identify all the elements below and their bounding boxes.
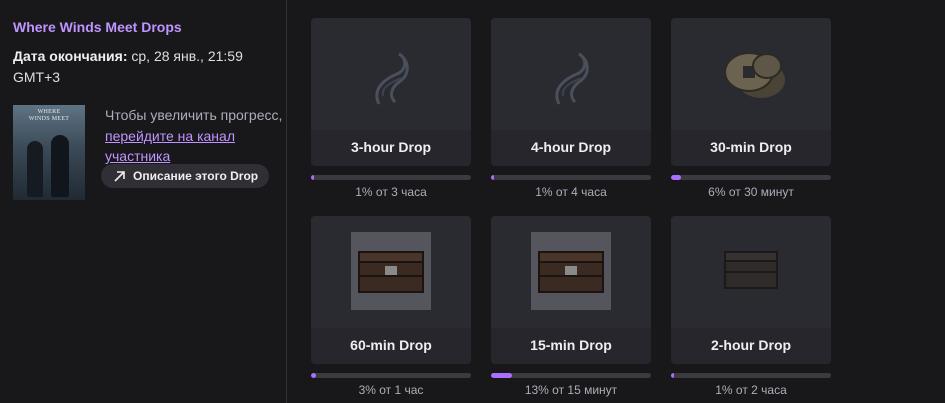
divider [286, 0, 287, 403]
drop-card[interactable]: 4-hour Drop 1% от 4 часа [491, 18, 651, 199]
progress-label: 3% от 1 час [358, 383, 424, 397]
progress-fill [491, 373, 512, 378]
participant-channel-link[interactable]: перейдите на канал участника [105, 128, 235, 165]
progress-fill [491, 175, 494, 180]
drop-name: 3-hour Drop [350, 139, 432, 155]
campaign-panel: Where Winds Meet Drops Дата окончания: с… [0, 0, 286, 403]
drop-name: 2-hour Drop [710, 337, 792, 353]
game-logo: WHERE WINDS MEET [28, 109, 70, 122]
external-arrow-icon [114, 170, 125, 182]
dark-chest-icon [671, 216, 831, 328]
drop-card[interactable]: 3-hour Drop 1% от 3 часа [311, 18, 471, 199]
progress-bar [671, 175, 831, 180]
chest-icon [351, 232, 431, 310]
drop-card[interactable]: 2-hour Drop 1% от 2 часа [671, 216, 831, 397]
progress-label: 6% от 30 минут [708, 185, 794, 199]
coins-icon [671, 18, 831, 130]
drop-card[interactable]: 30-min Drop 6% от 30 минут [671, 18, 831, 199]
progress-fill [311, 175, 314, 180]
swirl-emblem-icon [491, 18, 651, 130]
progress-label: 13% от 15 минут [524, 383, 618, 397]
progress-bar [311, 373, 471, 378]
drop-description-button[interactable]: Описание этого Drop [101, 164, 269, 188]
progress-instruction: Чтобы увеличить прогресс, перейдите на к… [105, 107, 283, 165]
campaign-title[interactable]: Where Winds Meet Drops [13, 19, 182, 35]
drop-card[interactable]: 60-min Drop 3% от 1 час [311, 216, 471, 397]
end-date-label: Дата окончания: [13, 48, 128, 64]
swirl-emblem-icon [311, 18, 471, 130]
progress-bar [671, 373, 831, 378]
end-date: Дата окончания: ср, 28 янв., 21:59 GMT+3 [13, 46, 273, 88]
progress-label: 1% от 3 часа [355, 185, 427, 199]
progress-bar [491, 175, 651, 180]
progress-bar [491, 373, 651, 378]
progress-fill [311, 373, 316, 378]
drop-name: 15-min Drop [530, 337, 612, 353]
drop-name: 4-hour Drop [530, 139, 612, 155]
drop-name: 60-min Drop [350, 337, 432, 353]
progress-bar [311, 175, 471, 180]
progress-label: 1% от 4 часа [535, 185, 607, 199]
drop-name: 30-min Drop [710, 139, 792, 155]
chest-icon [531, 232, 611, 310]
progress-fill [671, 373, 674, 378]
progress-fill [671, 175, 681, 180]
progress-label: 1% от 2 часа [715, 383, 787, 397]
game-cover[interactable]: WHERE WINDS MEET [13, 105, 85, 200]
drop-card[interactable]: 15-min Drop 13% от 15 минут [491, 216, 651, 397]
